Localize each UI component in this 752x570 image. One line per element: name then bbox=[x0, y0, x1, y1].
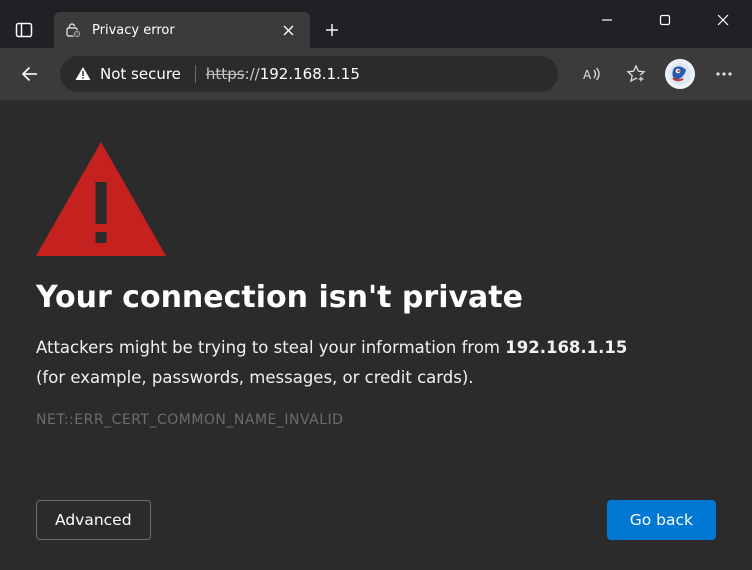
profile-avatar-icon bbox=[665, 59, 695, 89]
error-heading: Your connection isn't private bbox=[36, 280, 716, 315]
profile-button[interactable] bbox=[662, 56, 698, 92]
url-host: 192.168.1.15 bbox=[260, 65, 360, 83]
warning-hero-icon bbox=[36, 142, 716, 256]
active-tab[interactable]: Privacy error bbox=[54, 12, 310, 48]
read-aloud-icon: A bbox=[582, 64, 602, 84]
advanced-button[interactable]: Advanced bbox=[36, 500, 151, 540]
back-button[interactable] bbox=[10, 54, 50, 94]
back-arrow-icon bbox=[20, 64, 40, 84]
close-icon bbox=[283, 25, 294, 36]
star-add-icon bbox=[626, 64, 646, 84]
ellipsis-icon bbox=[715, 65, 733, 83]
minimize-icon bbox=[601, 14, 613, 26]
url-text: https://192.168.1.15 bbox=[206, 65, 360, 83]
tab-actions-icon bbox=[14, 20, 34, 40]
error-body: Attackers might be trying to steal your … bbox=[36, 335, 716, 361]
security-status[interactable]: Not secure bbox=[74, 65, 196, 83]
favorites-button[interactable] bbox=[618, 56, 654, 92]
button-row: Advanced Go back bbox=[36, 478, 716, 540]
go-back-button-label: Go back bbox=[630, 511, 693, 529]
error-body-suffix: (for example, passwords, messages, or cr… bbox=[36, 365, 716, 391]
error-body-prefix: Attackers might be trying to steal your … bbox=[36, 338, 505, 357]
plus-icon bbox=[325, 23, 339, 37]
warning-triangle-icon bbox=[74, 65, 92, 83]
error-body-host: 192.168.1.15 bbox=[505, 338, 627, 357]
window-close-button[interactable] bbox=[694, 0, 752, 40]
go-back-button[interactable]: Go back bbox=[607, 500, 716, 540]
maximize-icon bbox=[659, 14, 671, 26]
tab-lock-error-icon bbox=[64, 21, 82, 39]
tab-actions-button[interactable] bbox=[0, 20, 42, 48]
tab-strip: Privacy error bbox=[42, 0, 578, 48]
browser-toolbar: Not secure https://192.168.1.15 A bbox=[0, 48, 752, 100]
tab-title: Privacy error bbox=[92, 23, 266, 38]
new-tab-button[interactable] bbox=[316, 14, 348, 46]
svg-text:A: A bbox=[583, 68, 592, 82]
error-code: NET::ERR_CERT_COMMON_NAME_INVALID bbox=[36, 412, 716, 428]
tab-close-button[interactable] bbox=[276, 18, 300, 42]
address-bar[interactable]: Not secure https://192.168.1.15 bbox=[60, 56, 558, 92]
window-controls bbox=[578, 0, 752, 48]
advanced-button-label: Advanced bbox=[55, 511, 132, 529]
window-maximize-button[interactable] bbox=[636, 0, 694, 40]
toolbar-right: A bbox=[574, 56, 742, 92]
security-status-label: Not secure bbox=[100, 65, 181, 83]
more-menu-button[interactable] bbox=[706, 56, 742, 92]
url-protocol: https bbox=[206, 65, 245, 83]
url-separator: :// bbox=[245, 65, 260, 83]
close-icon bbox=[717, 14, 729, 26]
title-bar: Privacy error bbox=[0, 0, 752, 48]
read-aloud-button[interactable]: A bbox=[574, 56, 610, 92]
page-content: Your connection isn't private Attackers … bbox=[0, 100, 752, 570]
window-minimize-button[interactable] bbox=[578, 0, 636, 40]
